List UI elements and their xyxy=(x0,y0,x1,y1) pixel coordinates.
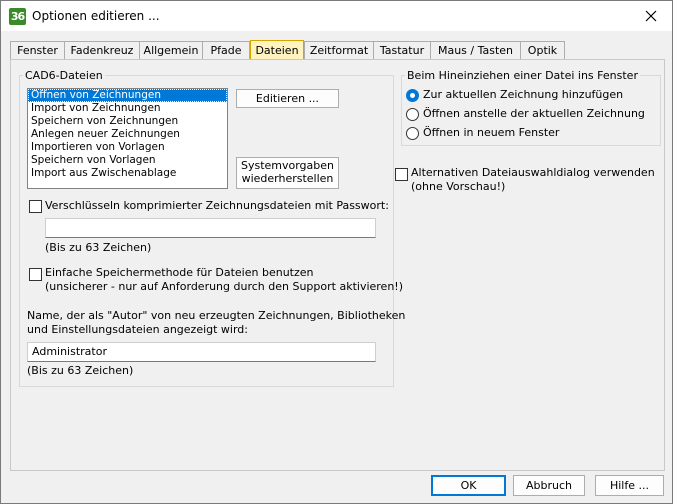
tab-fadenkreuz[interactable]: Fadenkreuz xyxy=(64,41,140,59)
radio-open-replace[interactable] xyxy=(406,108,419,121)
radio-open-new-window[interactable] xyxy=(406,127,419,140)
password-input[interactable] xyxy=(45,218,376,238)
restore-defaults-button[interactable]: Systemvorgaben wiederherstellen xyxy=(236,157,339,189)
list-item[interactable]: Import aus Zwischenablage xyxy=(28,167,227,180)
drag-group-label: Beim Hineinziehen einer Datei ins Fenste… xyxy=(405,69,640,82)
radio-open-new-label: Öffnen in neuem Fenster xyxy=(423,126,560,139)
ok-button[interactable]: OK xyxy=(431,475,506,496)
simple-save-label: Einfache Speichermethode für Dateien ben… xyxy=(45,266,314,279)
list-item[interactable]: Speichern von Vorlagen xyxy=(28,154,227,167)
tab-optik[interactable]: Optik xyxy=(520,41,565,59)
author-label-line2: und Einstellungsdateien angezeigt wird: xyxy=(27,323,248,336)
edit-button[interactable]: Editieren ... xyxy=(236,89,339,108)
list-item[interactable]: Importieren von Vorlagen xyxy=(28,141,227,154)
radio-add-to-drawing[interactable] xyxy=(406,89,419,102)
file-operation-list[interactable]: Öffnen von Zeichnungen Import von Zeichn… xyxy=(27,88,228,189)
tab-maus-tasten[interactable]: Maus / Tasten xyxy=(430,41,521,59)
tab-panel-dateien: CAD6-Dateien Öffnen von Zeichnungen Impo… xyxy=(10,59,665,471)
author-hint: (Bis zu 63 Zeichen) xyxy=(27,364,134,377)
tab-fenster[interactable]: Fenster xyxy=(10,41,65,59)
title-bar: 36 Optionen editieren ... xyxy=(1,1,672,31)
list-item[interactable]: Anlegen neuer Zeichnungen xyxy=(28,128,227,141)
password-hint: (Bis zu 63 Zeichen) xyxy=(45,241,152,254)
list-item[interactable]: Öffnen von Zeichnungen xyxy=(28,89,227,102)
tab-dateien[interactable]: Dateien xyxy=(250,40,304,60)
tab-pfade[interactable]: Pfade xyxy=(202,41,250,59)
tab-allgemein[interactable]: Allgemein xyxy=(139,41,203,59)
tab-zeitformat[interactable]: Zeitformat xyxy=(304,41,374,59)
cad6-group-label: CAD6-Dateien xyxy=(23,69,105,82)
restore-defaults-line2: wiederherstellen xyxy=(241,172,334,185)
list-item[interactable]: Import von Zeichnungen xyxy=(28,102,227,115)
restore-defaults-line1: Systemvorgaben xyxy=(240,159,335,172)
window-title: Optionen editieren ... xyxy=(32,9,160,23)
list-item[interactable]: Speichern von Zeichnungen xyxy=(28,115,227,128)
help-button[interactable]: Hilfe ... xyxy=(595,475,664,496)
alt-dialog-checkbox[interactable] xyxy=(395,168,408,181)
encrypt-label: Verschlüsseln komprimierter Zeichnungsda… xyxy=(45,199,389,212)
simple-save-checkbox[interactable] xyxy=(29,268,42,281)
options-dialog: 36 Optionen editieren ... Fenster Fadenk… xyxy=(0,0,673,504)
close-button[interactable] xyxy=(630,1,672,31)
close-icon xyxy=(645,10,657,22)
cancel-button[interactable]: Abbruch xyxy=(513,475,585,496)
radio-open-replace-label: Öffnen anstelle der aktuellen Zeichnung xyxy=(423,107,645,120)
author-input[interactable]: Administrator xyxy=(27,342,376,362)
author-label-line1: Name, der als "Autor" von neu erzeugten … xyxy=(27,309,406,322)
encrypt-checkbox[interactable] xyxy=(29,200,42,213)
radio-add-label: Zur aktuellen Zeichnung hinzufügen xyxy=(423,88,624,101)
tab-tastatur[interactable]: Tastatur xyxy=(373,41,431,59)
app-icon: 36 xyxy=(9,8,26,25)
alt-dialog-label: Alternativen Dateiauswahldialog verwende… xyxy=(411,166,655,179)
alt-dialog-note: (ohne Vorschau!) xyxy=(411,180,506,193)
simple-save-warning: (unsicherer - nur auf Anforderung durch … xyxy=(45,280,403,293)
